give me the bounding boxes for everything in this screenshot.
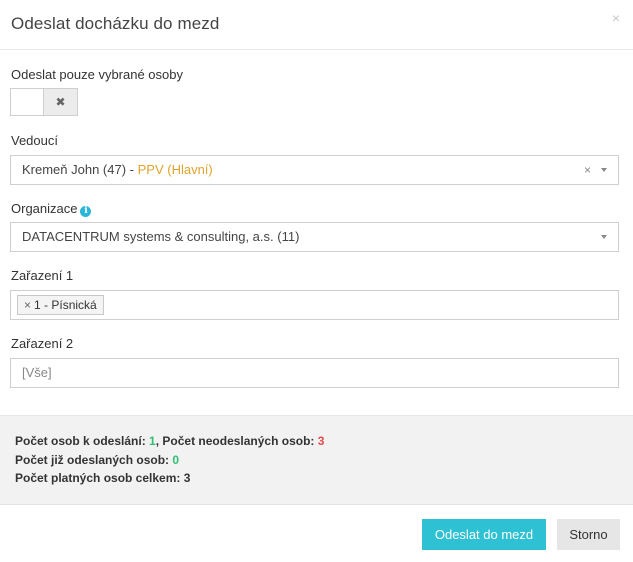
organization-select[interactable]: DATACENTRUM systems & consulting, a.s. (…	[10, 222, 619, 252]
tag-label: 1 - Písnická	[34, 298, 97, 312]
classification1-multiselect[interactable]: × 1 - Písnická	[10, 290, 619, 320]
valid-total-count: 3	[183, 471, 191, 485]
close-icon[interactable]: ×	[609, 11, 623, 25]
manager-value: Kremeň John (47) - PPV (Hlavní)	[22, 156, 213, 184]
organization-label-text: Organizace	[11, 201, 78, 216]
summary-line-valid-total: Počet platných osob celkem: 3	[15, 471, 190, 485]
summary-panel: Počet osob k odeslání: 1, Počet neodesla…	[0, 415, 633, 505]
classification2-label: Zařazení 2	[11, 336, 74, 351]
not-sent-label: Počet neodeslaných osob:	[162, 434, 318, 448]
only-selected-label: Odeslat pouze vybrané osoby	[11, 67, 183, 82]
chevron-down-icon[interactable]	[601, 168, 607, 172]
classification2-placeholder: [Vše]	[22, 365, 52, 380]
already-sent-count: 0	[172, 453, 180, 467]
toggle-off-icon: ✖	[43, 89, 77, 115]
chevron-down-icon[interactable]	[601, 235, 607, 239]
classification2-select[interactable]: [Vše]	[10, 358, 619, 388]
info-icon[interactable]: i	[80, 206, 92, 217]
to-send-label: Počet osob k odeslání:	[15, 434, 150, 448]
manager-role: PPV (Hlavní)	[137, 162, 213, 177]
manager-name: Kremeň John (47) -	[22, 162, 138, 177]
to-send-count: 1	[149, 434, 156, 448]
dialog-header: Odeslat docházku do mezd ×	[0, 0, 633, 50]
summary-line-already-sent: Počet již odeslaných osob: 0	[15, 453, 179, 467]
remove-tag-icon[interactable]: ×	[24, 298, 31, 312]
manager-label: Vedoucí	[11, 133, 58, 148]
valid-total-label: Počet platných osob celkem:	[15, 471, 184, 485]
not-sent-count: 3	[317, 434, 325, 448]
cancel-button[interactable]: Storno	[557, 519, 620, 550]
summary-line-to-send: Počet osob k odeslání: 1, Počet neodesla…	[15, 434, 324, 448]
only-selected-toggle[interactable]: ✖	[10, 88, 78, 116]
selected-tag: × 1 - Písnická	[17, 295, 104, 315]
clear-icon[interactable]: ×	[584, 156, 591, 184]
organization-label: Organizace i	[11, 201, 92, 217]
dialog-title: Odeslat docházku do mezd	[11, 14, 220, 33]
send-to-payroll-button[interactable]: Odeslat do mezd	[422, 519, 546, 550]
send-attendance-dialog: Odeslat docházku do mezd × Odeslat pouze…	[0, 0, 633, 562]
classification1-label: Zařazení 1	[11, 268, 74, 283]
manager-select[interactable]: Kremeň John (47) - PPV (Hlavní) ×	[10, 155, 619, 185]
organization-value: DATACENTRUM systems & consulting, a.s. (…	[22, 229, 300, 244]
already-sent-label: Počet již odeslaných osob:	[15, 453, 173, 467]
